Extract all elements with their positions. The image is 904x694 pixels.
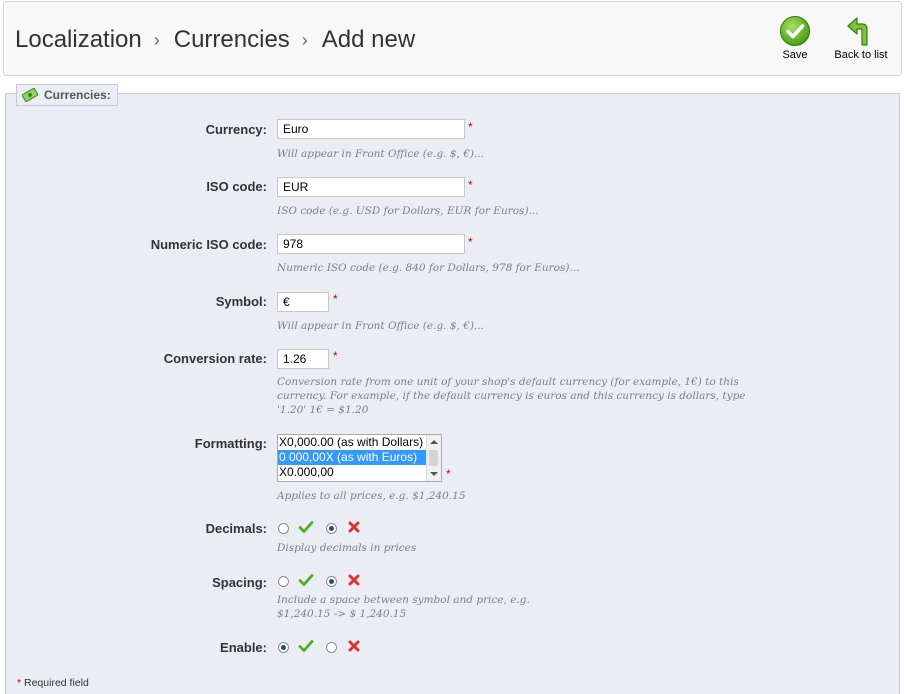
- iso-code-input[interactable]: [277, 177, 465, 197]
- breadcrumb-separator: ›: [153, 29, 160, 50]
- currency-hint: Will appear in Front Office (e.g. $, €).…: [277, 148, 484, 160]
- required-field-text: Required field: [21, 677, 89, 689]
- breadcrumb-item-add-new: Add new: [321, 26, 416, 53]
- breadcrumb: Localization › Currencies › Add new: [15, 26, 415, 54]
- save-button-label: Save: [782, 49, 808, 61]
- save-button[interactable]: Save: [773, 15, 817, 61]
- back-to-list-label: Back to list: [834, 49, 888, 61]
- numeric-iso-label: Numeric ISO code:: [150, 237, 267, 252]
- iso-code-hint: ISO code (e.g. USD for Dollars, EUR for …: [277, 205, 539, 217]
- scroll-thumb[interactable]: [429, 450, 438, 466]
- decimals-yes-radio[interactable]: [278, 523, 289, 534]
- decimals-hint: Display decimals in prices: [277, 542, 417, 554]
- formatting-option[interactable]: X0,000.00 (as with Dollars): [278, 435, 429, 450]
- check-circle-icon: [780, 16, 810, 46]
- symbol-hint: Will appear in Front Office (e.g. $, €).…: [277, 320, 484, 332]
- numeric-iso-hint: Numeric ISO code (e.g. 840 for Dollars, …: [277, 262, 580, 274]
- money-icon: [22, 88, 38, 102]
- currency-label: Currency:: [205, 122, 267, 137]
- enable-no-radio[interactable]: [326, 642, 337, 653]
- conversion-rate-input[interactable]: [277, 349, 329, 369]
- legend-label: Currencies:: [44, 88, 111, 102]
- formatting-option-selected[interactable]: 0 000,00X (as with Euros): [278, 450, 429, 465]
- fieldset-legend: Currencies:: [16, 84, 118, 106]
- required-marker: *: [468, 178, 473, 192]
- required-marker: *: [468, 235, 473, 249]
- check-icon: [298, 574, 314, 586]
- conversion-rate-label: Conversion rate:: [163, 351, 267, 366]
- conversion-rate-hint-line-3: '1.20' 1€ = $1.20: [277, 404, 369, 416]
- currency-input[interactable]: [277, 119, 465, 139]
- formatting-label: Formatting:: [194, 436, 267, 451]
- spacing-hint-line-2: $1,240.15 -> $ 1,240.15: [277, 608, 407, 620]
- cross-icon: [348, 521, 360, 533]
- decimals-label: Decimals:: [205, 521, 267, 536]
- listbox-scrollbar[interactable]: [426, 435, 441, 481]
- formatting-listbox[interactable]: X0,000.00 (as with Dollars) 0 000,00X (a…: [277, 434, 442, 482]
- iso-code-label: ISO code:: [206, 179, 267, 194]
- conversion-rate-hint-line-1: Conversion rate from one unit of your sh…: [277, 376, 739, 388]
- breadcrumb-item-currencies[interactable]: Currencies: [174, 26, 290, 54]
- cross-icon: [348, 574, 360, 586]
- breadcrumb-item-localization[interactable]: Localization: [15, 26, 142, 54]
- formatting-option[interactable]: X0.000,00: [278, 465, 429, 480]
- required-marker: *: [446, 467, 451, 481]
- spacing-label: Spacing:: [212, 575, 267, 590]
- required-marker: *: [333, 349, 338, 363]
- required-marker: *: [468, 120, 473, 134]
- enable-label: Enable:: [220, 640, 267, 655]
- numeric-iso-input[interactable]: [277, 234, 465, 254]
- symbol-label: Symbol:: [215, 294, 267, 309]
- required-marker: *: [333, 292, 338, 306]
- required-field-note: * Required field: [17, 677, 89, 689]
- check-icon: [298, 521, 314, 533]
- check-icon: [298, 640, 314, 652]
- formatting-hint: Applies to all prices, e.g. $1,240.15: [277, 490, 466, 502]
- back-to-list-button[interactable]: Back to list: [829, 15, 893, 61]
- back-arrow-icon: [847, 17, 868, 46]
- enable-yes-radio[interactable]: [278, 642, 289, 653]
- page-header: Localization › Currencies › Add new: [3, 1, 902, 76]
- symbol-input[interactable]: [277, 292, 329, 312]
- scroll-down-arrow-icon[interactable]: [430, 472, 438, 476]
- decimals-no-radio[interactable]: [326, 523, 337, 534]
- spacing-yes-radio[interactable]: [278, 576, 289, 587]
- conversion-rate-hint-line-2: currency. For example, if the default cu…: [277, 390, 746, 402]
- scroll-up-arrow-icon[interactable]: [430, 440, 438, 444]
- cross-icon: [348, 640, 360, 652]
- spacing-hint-line-1: Include a space between symbol and price…: [277, 594, 530, 606]
- spacing-no-radio[interactable]: [326, 576, 337, 587]
- breadcrumb-separator: ›: [301, 29, 308, 50]
